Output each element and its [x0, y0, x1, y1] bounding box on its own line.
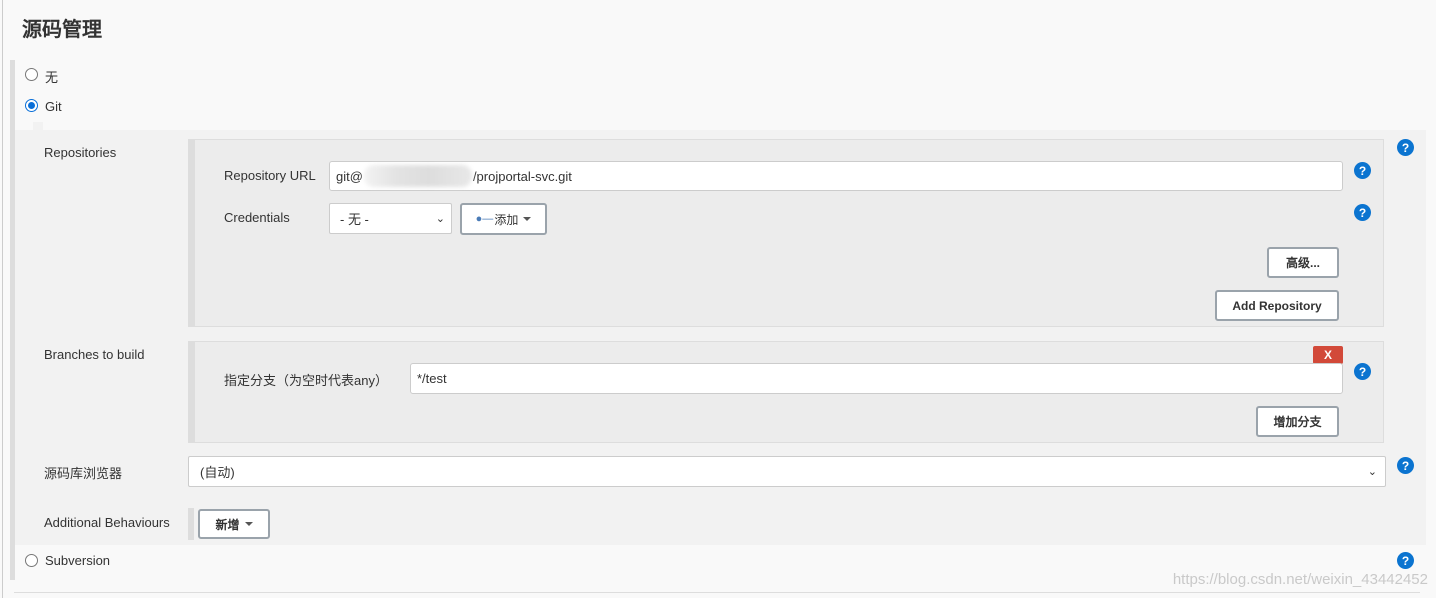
- repository-url-label: Repository URL: [224, 168, 316, 183]
- add-behaviour-button[interactable]: 新增: [198, 509, 270, 539]
- divider: [14, 592, 1420, 593]
- help-icon[interactable]: ?: [1354, 363, 1371, 380]
- chevron-down-icon: ⌄: [435, 213, 445, 225]
- advanced-button[interactable]: 高级...: [1267, 247, 1339, 278]
- branches-label: Branches to build: [44, 347, 145, 362]
- credentials-select[interactable]: - 无 - ⌄: [329, 203, 452, 234]
- credentials-value: - 无 -: [340, 212, 369, 227]
- credentials-label: Credentials: [224, 210, 290, 225]
- repository-browser-select[interactable]: (自动) ⌄: [188, 456, 1386, 487]
- caret-down-icon: [244, 522, 253, 526]
- help-icon[interactable]: ?: [1397, 552, 1414, 569]
- page-border: [2, 0, 3, 598]
- url-suffix: /projportal-svc.git: [472, 168, 572, 184]
- delete-branch-button[interactable]: X: [1313, 346, 1343, 364]
- help-icon[interactable]: ?: [1397, 139, 1414, 156]
- url-prefix: git@: [336, 168, 363, 184]
- key-icon: ●—: [475, 213, 494, 225]
- repository-browser-label: 源码库浏览器: [44, 466, 123, 481]
- chevron-down-icon: ⌄: [1367, 466, 1377, 478]
- help-icon[interactable]: ?: [1397, 457, 1414, 474]
- add-behaviour-label: 新增: [215, 517, 240, 532]
- add-branch-button[interactable]: 增加分支: [1256, 406, 1339, 437]
- radio-none-label: 无: [45, 70, 59, 85]
- add-credentials-button[interactable]: ●— 添加: [460, 203, 547, 235]
- add-repository-button[interactable]: Add Repository: [1215, 290, 1339, 321]
- radio-git[interactable]: [25, 99, 38, 112]
- branch-specifier-label: 指定分支（为空时代表any）: [224, 373, 388, 388]
- behaviours-bar: [188, 508, 194, 540]
- page-title: 源码管理: [22, 19, 102, 41]
- radio-none[interactable]: [25, 68, 38, 81]
- branch-specifier-input[interactable]: */test: [410, 363, 1343, 394]
- additional-behaviours-label: Additional Behaviours: [44, 515, 170, 530]
- repository-browser-value: (自动): [200, 465, 235, 480]
- watermark: https://blog.csdn.net/weixin_43442452: [1172, 571, 1428, 588]
- radio-subversion-label: Subversion: [45, 553, 111, 568]
- caret-down-icon: [523, 217, 532, 221]
- redacted-host: [363, 165, 472, 187]
- help-icon[interactable]: ?: [1354, 204, 1371, 221]
- add-credentials-label: 添加: [494, 212, 519, 227]
- radio-git-label: Git: [45, 99, 62, 114]
- radio-subversion[interactable]: [25, 554, 38, 567]
- repositories-label: Repositories: [44, 145, 117, 160]
- git-block-notch: [33, 122, 43, 132]
- repository-url-input[interactable]: git@ /projportal-svc.git: [329, 161, 1343, 191]
- help-icon[interactable]: ?: [1354, 162, 1371, 179]
